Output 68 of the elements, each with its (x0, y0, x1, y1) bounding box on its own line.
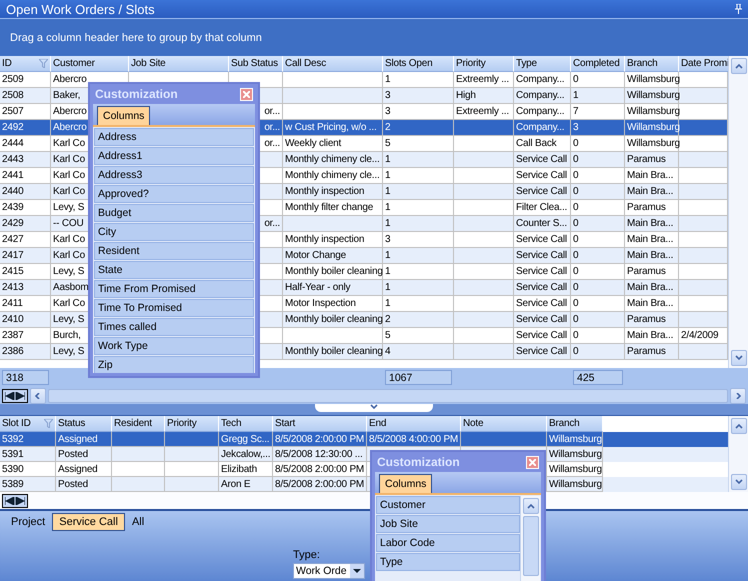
summary-cell: 1067 (385, 370, 452, 385)
column-item[interactable]: State (94, 261, 254, 279)
column-header[interactable]: Sub Status (229, 56, 283, 72)
view-tab[interactable]: Service Call (52, 513, 125, 531)
type-dropdown[interactable]: Work Orde (293, 563, 365, 579)
column-item[interactable]: Approved? (94, 185, 254, 203)
column-item[interactable]: City (94, 223, 254, 241)
splitter-handle[interactable] (315, 404, 433, 412)
summary-cell: 425 (573, 370, 623, 385)
column-header[interactable]: Call Desc (283, 56, 383, 72)
dialog-tab[interactable]: Columns (379, 474, 432, 493)
filter-icon[interactable] (39, 59, 48, 68)
column-header[interactable]: Slot ID (0, 416, 56, 432)
chevron-down-icon (370, 404, 378, 410)
column-item[interactable]: Customer (376, 496, 520, 514)
table-row[interactable]: 5392 Assigned Gregg Sc... 8/5/2008 2:00:00 PM 8/5/2008 4:00:00 PM Willamsburg (0, 432, 728, 447)
column-header[interactable]: Completed (571, 56, 625, 72)
column-header[interactable]: Resident (112, 416, 165, 432)
close-icon (243, 90, 250, 98)
column-item[interactable]: Budget (94, 204, 254, 222)
close-button[interactable] (240, 88, 253, 100)
column-item[interactable]: Times called (94, 318, 254, 336)
column-item[interactable]: Address (94, 128, 254, 146)
column-header[interactable]: Customer (51, 56, 129, 72)
filter-icon[interactable] (44, 419, 53, 428)
column-header[interactable]: Priority (454, 56, 514, 72)
type-label: Type: (293, 549, 321, 561)
column-header[interactable]: Start (273, 416, 367, 432)
column-header[interactable]: Job Site (129, 56, 229, 72)
scrollbar[interactable] (728, 56, 748, 368)
column-header[interactable]: Status (56, 416, 112, 432)
column-item[interactable]: Address3 (94, 166, 254, 184)
column-header[interactable]: Note (461, 416, 547, 432)
view-tab[interactable]: All (124, 513, 152, 531)
close-button[interactable] (526, 456, 539, 468)
group-by-hint: Drag a column header here to group by that column (10, 32, 262, 44)
column-item[interactable]: Time To Promised (94, 299, 254, 317)
pin-icon[interactable] (735, 4, 742, 14)
table-row[interactable]: 2509 Abercro 1 Extreemly ... Company... 0 Willamsburg (0, 72, 728, 88)
scrollbar[interactable] (520, 496, 540, 581)
column-item[interactable]: Labor Code (376, 534, 520, 552)
scrollbar[interactable] (728, 416, 748, 492)
column-header[interactable]: Slots Open (383, 56, 454, 72)
view-tab[interactable]: Project (4, 513, 52, 531)
column-item[interactable]: Zip (94, 356, 254, 373)
column-item[interactable]: Work Type (94, 337, 254, 355)
column-header[interactable]: Tech (219, 416, 273, 432)
column-header[interactable]: ID (0, 56, 51, 72)
column-item[interactable]: Type (376, 553, 520, 571)
first-last-nav-button[interactable] (2, 494, 28, 508)
column-header[interactable]: Date Promi (679, 56, 728, 72)
column-item[interactable]: Job Site (376, 515, 520, 533)
dialog-tab[interactable]: Columns (97, 106, 150, 125)
summary-cell: 318 (2, 370, 49, 385)
first-last-nav-button[interactable] (2, 388, 28, 402)
horizontal-scrollbar[interactable] (48, 388, 728, 402)
close-icon (529, 458, 536, 466)
column-item[interactable]: Time From Promised (94, 280, 254, 298)
scroll-right-button[interactable] (730, 388, 746, 404)
column-item[interactable]: Address1 (94, 147, 254, 165)
column-header[interactable]: Branch (625, 56, 679, 72)
scroll-left-button[interactable] (30, 388, 46, 404)
column-header[interactable]: End (367, 416, 461, 432)
column-header[interactable]: Branch (547, 416, 603, 432)
window-title: Open Work Orders / Slots (6, 2, 155, 16)
column-header[interactable]: Priority (165, 416, 219, 432)
column-item[interactable]: Resident (94, 242, 254, 260)
column-header[interactable]: Type (514, 56, 571, 72)
